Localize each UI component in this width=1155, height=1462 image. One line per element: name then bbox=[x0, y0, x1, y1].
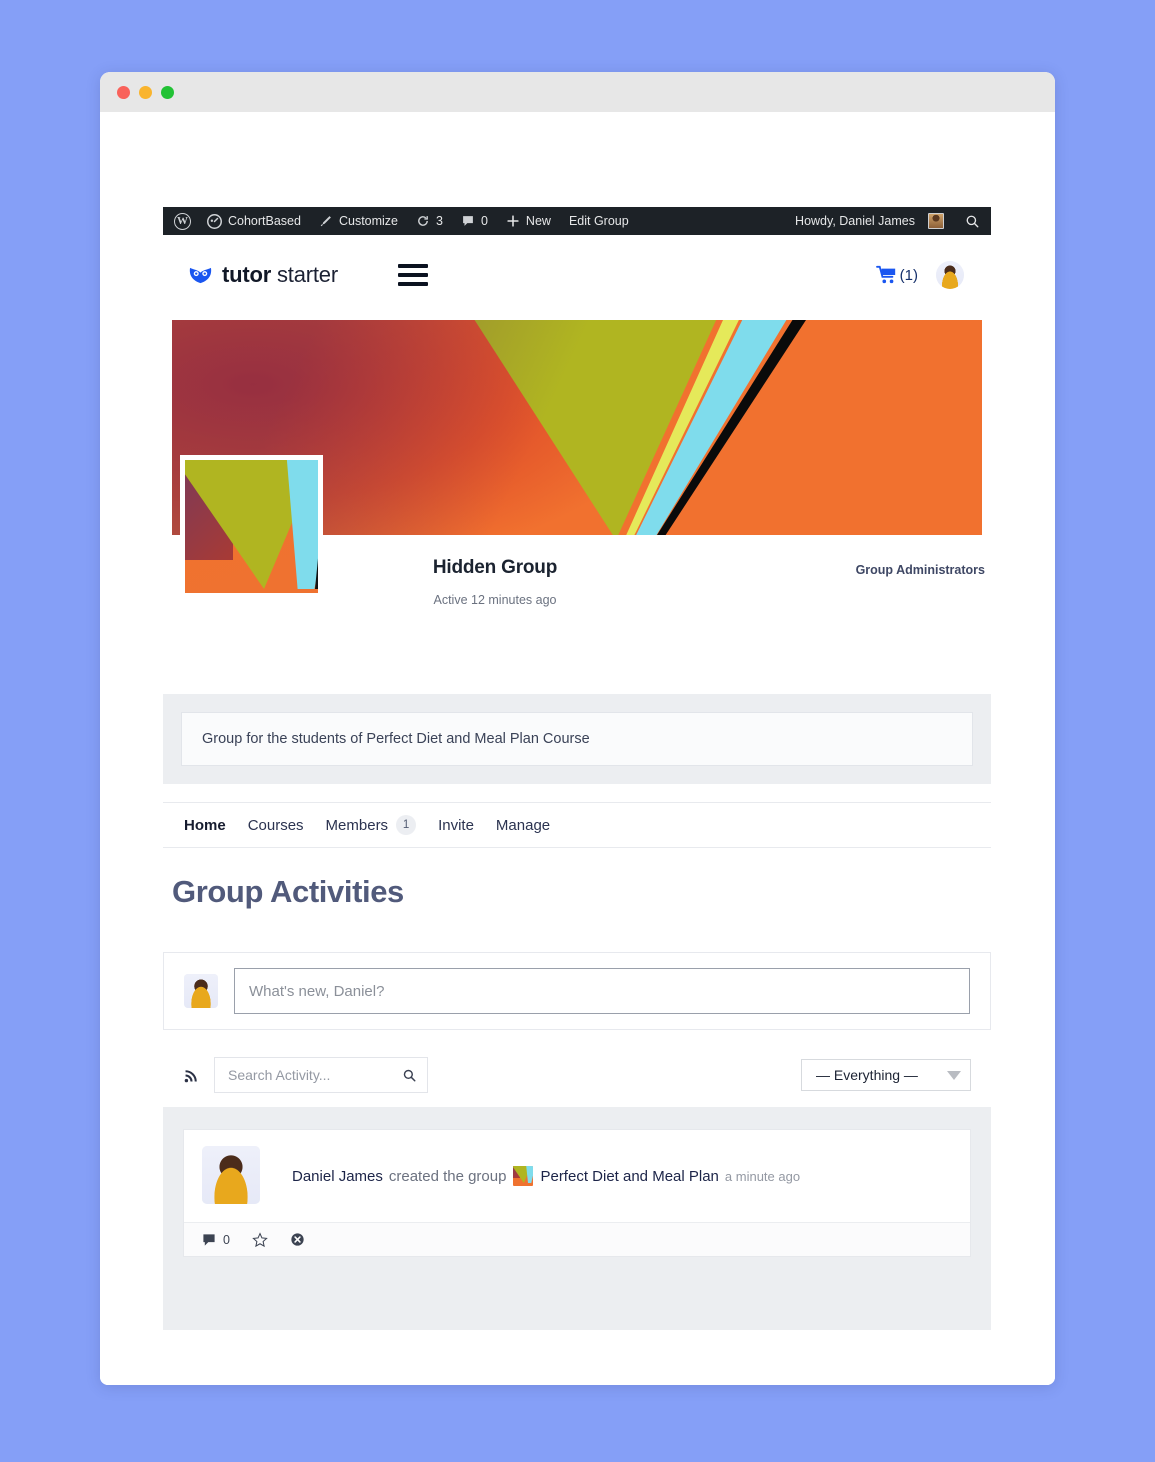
search-activity-placeholder: Search Activity... bbox=[228, 1067, 331, 1083]
group-description-text: Group for the students of Perfect Diet a… bbox=[181, 712, 973, 766]
group-header: Hidden Group Active 12 minutes ago Group… bbox=[163, 320, 991, 632]
delete-button[interactable] bbox=[290, 1232, 305, 1247]
activity-filter-row: Search Activity... — Everything — bbox=[163, 1047, 991, 1103]
group-title-block: Hidden Group Active 12 minutes ago bbox=[350, 557, 640, 607]
adminbar-search-button[interactable] bbox=[953, 214, 991, 229]
comment-button[interactable]: 0 bbox=[202, 1233, 230, 1247]
browser-titlebar bbox=[100, 72, 1055, 112]
new-content-menu[interactable]: New bbox=[497, 207, 560, 235]
user-avatar[interactable] bbox=[936, 261, 964, 289]
tab-manage[interactable]: Manage bbox=[485, 817, 561, 834]
comment-count: 0 bbox=[223, 1232, 230, 1247]
activity-post-form: What's new, Daniel? bbox=[163, 952, 991, 1030]
cart-count: (1) bbox=[899, 266, 918, 284]
comment-bubble-icon bbox=[463, 216, 473, 226]
logo-wordmark: tutor starter bbox=[222, 262, 338, 288]
my-account-menu[interactable]: Howdy, Daniel James bbox=[786, 207, 953, 235]
search-activity-input[interactable]: Search Activity... bbox=[214, 1057, 428, 1093]
star-icon bbox=[252, 1231, 268, 1247]
tab-courses-label: Courses bbox=[247, 816, 304, 834]
group-avatar-icon bbox=[513, 1166, 534, 1186]
tab-home[interactable]: Home bbox=[173, 817, 237, 834]
owl-logo-icon bbox=[188, 266, 213, 285]
page-title: Group Activities bbox=[172, 874, 404, 909]
rss-icon[interactable] bbox=[183, 1067, 205, 1084]
customize-menu[interactable]: Customize bbox=[310, 207, 407, 235]
group-avatar bbox=[180, 455, 323, 598]
activity-author-avatar[interactable] bbox=[202, 1146, 260, 1204]
new-label: New bbox=[525, 214, 551, 228]
page-viewport: CohortBased Customize 3 0 bbox=[100, 112, 1055, 1385]
group-last-active: Active 12 minutes ago bbox=[433, 593, 557, 607]
group-nav-tabs: Home Courses Members 1 Invite Manage bbox=[163, 802, 991, 848]
tab-members[interactable]: Members 1 bbox=[315, 815, 428, 835]
site-logo[interactable]: tutor starter bbox=[188, 262, 338, 288]
group-administrators-label: Group Administrators bbox=[855, 563, 985, 577]
comments-count: 0 bbox=[480, 214, 488, 228]
header-right-actions: (1) bbox=[875, 261, 964, 289]
cart-icon bbox=[875, 265, 895, 284]
maximize-window-button[interactable] bbox=[161, 85, 174, 99]
tab-invite[interactable]: Invite bbox=[427, 817, 485, 834]
tab-home-label: Home bbox=[184, 816, 226, 834]
plus-icon bbox=[507, 215, 519, 227]
dashboard-icon bbox=[207, 213, 222, 229]
comments-menu[interactable]: 0 bbox=[452, 207, 497, 235]
cart-button[interactable]: (1) bbox=[875, 265, 918, 285]
tab-members-label: Members bbox=[325, 816, 389, 834]
post-author-avatar bbox=[184, 974, 218, 1008]
wordpress-logo-icon bbox=[174, 212, 191, 230]
comment-icon bbox=[203, 1233, 215, 1246]
wp-logo-menu[interactable] bbox=[163, 207, 198, 235]
activity-filter-value: — Everything — bbox=[816, 1067, 918, 1083]
activity-header: Daniel James created the group Perfect D… bbox=[184, 1130, 970, 1222]
adminbar-right: Howdy, Daniel James bbox=[786, 207, 991, 235]
adminbar-avatar bbox=[928, 213, 944, 229]
howdy-label: Howdy, Daniel James bbox=[795, 214, 915, 228]
browser-window: CohortBased Customize 3 0 bbox=[100, 72, 1055, 1385]
tab-members-badge: 1 bbox=[396, 815, 417, 835]
favorite-button[interactable] bbox=[252, 1231, 268, 1248]
delete-circle-icon bbox=[291, 1233, 304, 1246]
close-window-button[interactable] bbox=[117, 85, 130, 99]
updates-count: 3 bbox=[436, 214, 443, 228]
activity-item: Daniel James created the group Perfect D… bbox=[183, 1129, 971, 1257]
wp-admin-bar: CohortBased Customize 3 0 bbox=[163, 207, 991, 235]
site-name-label: CohortBased bbox=[228, 214, 301, 228]
update-refresh-icon bbox=[418, 216, 428, 226]
search-icon bbox=[403, 1069, 416, 1081]
activity-action: created the group bbox=[388, 1167, 507, 1185]
minimize-window-button[interactable] bbox=[139, 85, 152, 99]
post-input[interactable]: What's new, Daniel? bbox=[234, 968, 970, 1014]
group-title: Hidden Group bbox=[432, 557, 558, 578]
chevron-down-icon bbox=[947, 1070, 961, 1080]
hamburger-menu-icon[interactable] bbox=[397, 264, 428, 286]
edit-group-label: Edit Group bbox=[568, 214, 629, 228]
tab-invite-label: Invite bbox=[438, 816, 474, 834]
customize-label: Customize bbox=[338, 214, 399, 228]
paintbrush-icon bbox=[320, 216, 331, 227]
updates-menu[interactable]: 3 bbox=[407, 207, 452, 235]
group-administrators: Group Administrators bbox=[856, 563, 985, 577]
logo-bold: tutor bbox=[222, 262, 272, 287]
site-header: tutor starter (1) bbox=[163, 235, 991, 315]
edit-group-menu[interactable]: Edit Group bbox=[560, 207, 638, 235]
activity-filter-select[interactable]: — Everything — bbox=[801, 1059, 971, 1091]
group-description-panel: Group for the students of Perfect Diet a… bbox=[163, 694, 991, 784]
site-name-menu[interactable]: CohortBased bbox=[198, 207, 310, 235]
activity-timestamp: a minute ago bbox=[724, 1168, 801, 1184]
activity-action-bar: 0 bbox=[184, 1222, 970, 1256]
activity-list: Daniel James created the group Perfect D… bbox=[163, 1107, 991, 1330]
tab-courses[interactable]: Courses bbox=[237, 817, 315, 834]
search-icon bbox=[966, 215, 979, 227]
activity-group-link[interactable]: Perfect Diet and Meal Plan bbox=[540, 1168, 718, 1185]
tab-manage-label: Manage bbox=[495, 816, 551, 834]
activity-user-link[interactable]: Daniel James bbox=[292, 1168, 383, 1185]
logo-light: starter bbox=[271, 262, 338, 287]
activity-text: Daniel James created the group Perfect D… bbox=[292, 1166, 800, 1186]
